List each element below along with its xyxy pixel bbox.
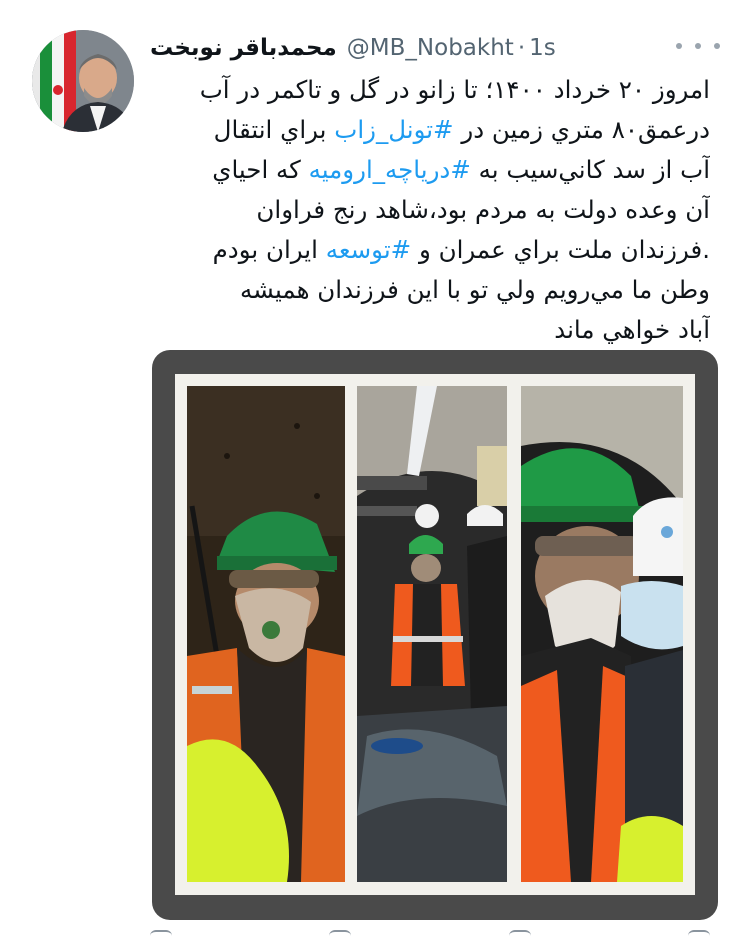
photo-panel-right xyxy=(521,386,683,882)
tweet-text-segment: براي انتقال xyxy=(213,115,335,144)
tweet-text-segment: آباد خواهي ماند xyxy=(554,315,710,344)
tweet-text-line: آب از سد كاني‌سيب به #درياچه_اروميه كه ا… xyxy=(150,150,710,190)
tweet-text-segment: ايران بودم xyxy=(212,235,326,264)
tweet-text-segment: آب از سد كاني‌سيب به xyxy=(470,155,710,184)
tweet-text-line: آن وعده دولت به مردم بود،شاهد رنج فراوان xyxy=(150,190,710,230)
tweet-text-segment: درعمق۸۰ متري زمين در xyxy=(453,115,710,144)
header-separator: · xyxy=(517,35,526,61)
share-icon[interactable] xyxy=(687,930,710,940)
tweet-text-line: وطن ما مي‌رويم ولي تو با اين فرزندان همي… xyxy=(150,270,710,310)
tweet-text: امروز ۲۰ خرداد ۱۴۰۰؛ تا زانو در گل و تاك… xyxy=(150,70,710,350)
tweet-media[interactable] xyxy=(152,350,718,920)
tweet-text-line: آباد خواهي ماند xyxy=(150,310,710,350)
more-horizontal-icon xyxy=(695,43,701,49)
retweet-icon[interactable] xyxy=(329,930,352,940)
tweet-text-segment: .فرزندان ملت براي عمران و xyxy=(411,235,710,264)
reply-icon[interactable] xyxy=(150,930,172,940)
more-horizontal-icon xyxy=(714,43,720,49)
hashtag-link[interactable]: #درياچه_اروميه xyxy=(309,155,471,184)
author-avatar[interactable] xyxy=(32,30,134,132)
tweet-text-segment: وطن ما مي‌رويم ولي تو با اين فرزندان همي… xyxy=(240,275,710,304)
tweet-timestamp[interactable]: 1s xyxy=(529,35,556,61)
tweet-text-line: درعمق۸۰ متري زمين در #تونل_زاب براي انتق… xyxy=(150,110,710,150)
photo-panel-left xyxy=(187,386,345,882)
author-avatar-image xyxy=(32,30,134,132)
photo-panel-middle xyxy=(357,386,507,882)
like-icon[interactable] xyxy=(508,930,531,940)
tweet-header: محمدباقر نوبخت @MB_Nobakht · 1s xyxy=(150,28,556,68)
more-options-button[interactable] xyxy=(676,34,720,58)
tweet-actions xyxy=(150,930,710,941)
hashtag-link[interactable]: #تونل_زاب xyxy=(334,115,453,144)
tweet-text-segment: آن وعده دولت به مردم بود،شاهد رنج فراوان xyxy=(256,195,710,224)
author-handle[interactable]: @MB_Nobakht xyxy=(347,35,514,61)
tweet-text-segment: امروز ۲۰ خرداد ۱۴۰۰؛ تا زانو در گل و تاك… xyxy=(199,75,710,104)
hashtag-link[interactable]: #توسعه xyxy=(326,235,412,264)
tweet-text-line: .فرزندان ملت براي عمران و #توسعه ايران ب… xyxy=(150,230,710,270)
photo-collage xyxy=(175,374,695,895)
tweet-text-segment: كه احياي xyxy=(212,155,309,184)
author-name[interactable]: محمدباقر نوبخت xyxy=(150,35,337,61)
more-horizontal-icon xyxy=(676,43,682,49)
tweet-text-line: امروز ۲۰ خرداد ۱۴۰۰؛ تا زانو در گل و تاك… xyxy=(150,70,710,110)
